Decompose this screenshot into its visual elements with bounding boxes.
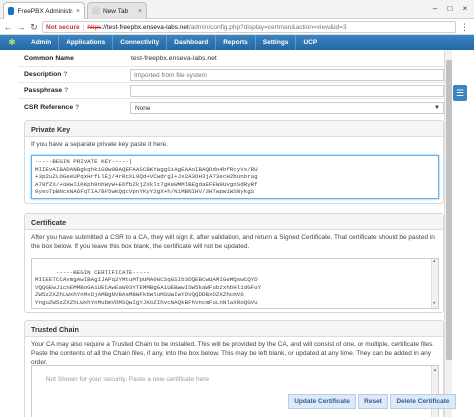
trusted-chain-heading: Trusted Chain <box>25 321 443 337</box>
scrollbar-thumb[interactable] <box>446 60 452 360</box>
browser-tab-bar: FreePBX Administration × New Tab × – □ × <box>0 0 474 19</box>
passphrase-label-text: Passphrase <box>24 87 63 94</box>
description-row: Description? Imported from file system <box>18 68 444 82</box>
maximize-button[interactable]: □ <box>443 3 457 15</box>
freepbx-logo[interactable]: ✱ <box>0 35 24 50</box>
certificate-edit-form: Common Name test-freepbx.enseva-labs.net… <box>18 50 444 417</box>
textarea-scrollbar[interactable] <box>431 259 438 308</box>
private-key-description: If you have a separate private key paste… <box>31 141 168 148</box>
not-secure-warning[interactable]: Not secure <box>46 24 80 31</box>
url-host: ://test-freepbx.enseva-labs.net <box>101 23 189 31</box>
trusted-chain-placeholder: Not Shown for your security. Paste a new… <box>45 375 210 383</box>
nav-ucp[interactable]: UCP <box>296 35 324 50</box>
divider <box>18 82 444 83</box>
url-path: /admin/config.php?display=certman&action… <box>188 23 347 31</box>
nav-dashboard[interactable]: Dashboard <box>167 35 217 50</box>
passphrase-input[interactable] <box>130 85 444 97</box>
common-name-value: test-freepbx.enseva-labs.net <box>131 55 217 62</box>
description-label: Description? <box>24 71 68 78</box>
delete-certificate-button[interactable]: Delete Certificate <box>390 394 456 409</box>
nav-settings[interactable]: Settings <box>256 35 297 50</box>
passphrase-label: Passphrase? <box>24 87 68 94</box>
tab-close-icon[interactable]: × <box>76 8 80 15</box>
common-name-row: Common Name test-freepbx.enseva-labs.net <box>18 52 444 66</box>
nav-applications[interactable]: Applications <box>59 35 114 50</box>
address-bar: ← → ↻ Not secure | https://test-freepbx.… <box>0 19 474 35</box>
reload-icon[interactable]: ↻ <box>28 20 40 34</box>
common-name-label: Common Name <box>24 55 74 62</box>
csr-reference-select[interactable]: None ▼ <box>130 102 444 114</box>
certificate-textarea[interactable]: -----BEGIN CERTIFICATE----- MIIEETCCAvmg… <box>31 258 439 309</box>
url-field[interactable]: Not secure | https://test-freepbx.enseva… <box>42 21 456 33</box>
divider <box>18 66 444 67</box>
help-icon[interactable]: ? <box>64 87 68 94</box>
tab-close-icon[interactable]: × <box>138 8 142 15</box>
csr-reference-label-text: CSR Reference <box>24 104 74 111</box>
private-key-textarea[interactable]: -----BEGIN PRIVATE KEY-----| MIIEvAIBADA… <box>31 155 439 199</box>
blank-page-icon <box>92 7 100 15</box>
trusted-chain-description: Your CA may also require a Trusted Chain… <box>31 341 435 366</box>
nav-reports[interactable]: Reports <box>216 35 256 50</box>
tab-new-tab[interactable]: New Tab × <box>87 2 147 19</box>
browser-menu-icon[interactable]: ⋮ <box>460 20 469 34</box>
passphrase-row: Passphrase? <box>18 84 444 98</box>
reset-button[interactable]: Reset <box>358 394 388 409</box>
url-divider: | <box>82 23 85 31</box>
csr-reference-row: CSR Reference? None ▼ <box>18 101 444 115</box>
help-icon[interactable]: ? <box>63 71 67 78</box>
side-menu-toggle-icon[interactable]: ☰ <box>453 85 467 101</box>
textarea-scrollbar[interactable] <box>431 366 438 417</box>
divider <box>18 98 444 99</box>
tab-freepbx-admin[interactable]: FreePBX Administration × <box>3 2 85 19</box>
nav-admin[interactable]: Admin <box>24 35 60 50</box>
minimize-button[interactable]: – <box>428 3 442 15</box>
forward-arrow-icon[interactable]: → <box>15 20 27 34</box>
window-close-button[interactable]: × <box>458 3 472 15</box>
certificate-heading: Certificate <box>25 214 443 230</box>
csr-reference-selected: None <box>135 105 151 112</box>
csr-reference-label: CSR Reference? <box>24 104 79 111</box>
action-bar: Update Certificate Reset Delete Certific… <box>288 394 456 409</box>
chevron-down-icon: ▼ <box>434 105 440 111</box>
description-input[interactable]: Imported from file system <box>130 69 444 81</box>
certificate-text: -----BEGIN CERTIFICATE----- MIIEETCCAvmg… <box>35 268 262 306</box>
freepbx-favicon-icon <box>8 7 15 15</box>
tab-label: FreePBX Administration <box>17 7 73 15</box>
certificate-panel: Certificate After you have submitted a C… <box>24 213 444 313</box>
url-scheme: https <box>87 23 102 31</box>
page-scrollbar[interactable] <box>444 50 452 417</box>
top-navigation: ✱ Admin Applications Connectivity Dashbo… <box>0 35 474 50</box>
private-key-panel: Private Key If you have a separate priva… <box>24 120 444 204</box>
tab-label: New Tab <box>103 7 129 15</box>
certificate-description: After you have submitted a CSR to a CA, … <box>31 234 435 250</box>
help-icon[interactable]: ? <box>75 104 79 111</box>
private-key-heading: Private Key <box>25 121 443 137</box>
freepbx-logo-icon: ✱ <box>8 37 16 47</box>
trusted-chain-textarea[interactable]: Not Shown for your security. Paste a new… <box>31 365 439 417</box>
description-label-text: Description <box>24 71 62 78</box>
back-arrow-icon[interactable]: ← <box>2 20 14 34</box>
update-certificate-button[interactable]: Update Certificate <box>288 394 356 409</box>
nav-connectivity[interactable]: Connectivity <box>113 35 168 50</box>
